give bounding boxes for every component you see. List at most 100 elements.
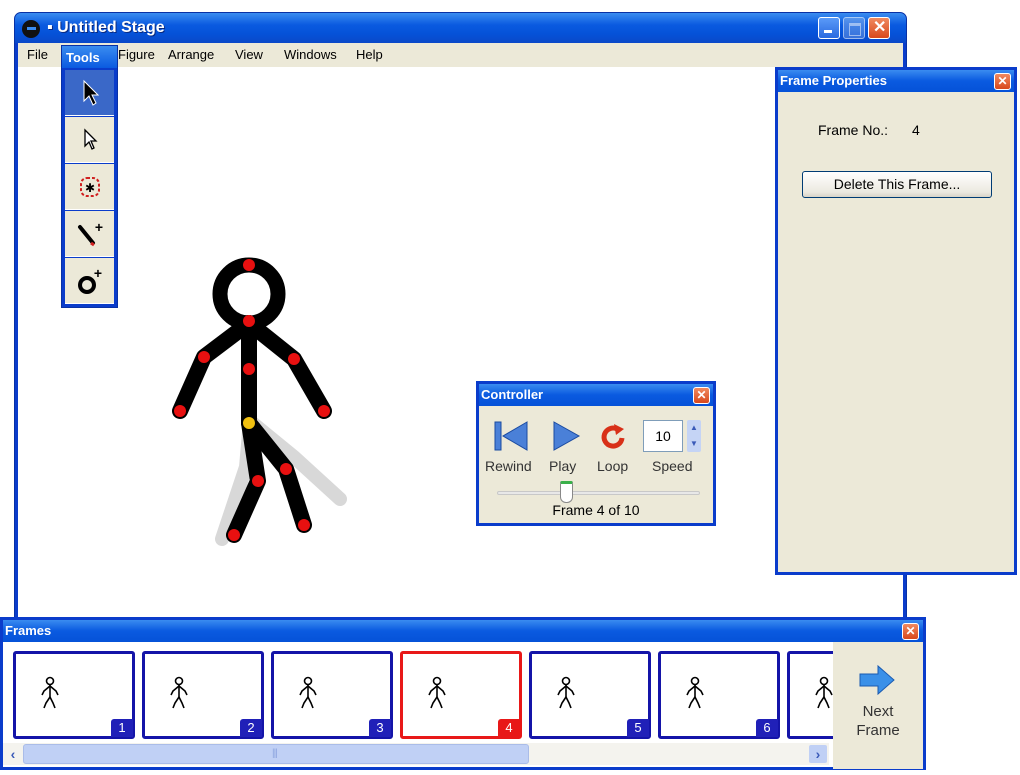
controller-panel: Controller ✕ 10 ▲ ▼ Rewind Play Loop Spe… — [476, 381, 716, 526]
selection-tool[interactable] — [65, 117, 114, 163]
joint-handle[interactable] — [198, 351, 210, 363]
window-title: ▪ Untitled Stage — [47, 19, 165, 36]
menu-help[interactable]: Help — [356, 47, 383, 62]
thumbnail-figure — [683, 676, 707, 713]
frames-panel: Frames ✕ 1234567 ‹ ||| › Next Frame — [0, 617, 926, 770]
menu-bar: File Figure Arrange View Windows Help — [18, 43, 903, 67]
menu-windows[interactable]: Windows — [284, 47, 337, 62]
svg-text:+: + — [94, 219, 102, 235]
rewind-button[interactable] — [493, 420, 529, 455]
stick-figure-thumbnail-icon — [428, 676, 446, 709]
app-logo-icon — [22, 20, 40, 38]
speed-spinner[interactable]: ▲ ▼ — [687, 420, 701, 452]
menu-figure[interactable]: Figure — [118, 47, 155, 62]
joint-handle[interactable] — [243, 315, 255, 327]
thumbnail-figure — [425, 676, 449, 713]
stage-canvas[interactable] — [18, 67, 903, 651]
svg-text:+: + — [93, 266, 101, 281]
frame-number-badge: 1 — [111, 719, 133, 737]
svg-text:✱: ✱ — [84, 181, 94, 195]
title-bar[interactable]: ▪ Untitled Stage ✕ — [15, 13, 906, 43]
joint-select-icon: ✱ — [79, 176, 100, 197]
stick-figure-thumbnail-icon — [686, 676, 704, 709]
scroll-right-button[interactable]: › — [809, 745, 827, 763]
joint-handle[interactable] — [318, 405, 330, 417]
joint-tool[interactable]: ✱ — [65, 164, 114, 210]
add-line-tool[interactable]: + — [65, 211, 114, 257]
frame-thumbnail[interactable]: 3 — [271, 651, 393, 739]
frame-slider-thumb[interactable] — [560, 481, 574, 503]
next-frame-button[interactable]: Next Frame — [833, 642, 923, 769]
loop-button[interactable] — [598, 420, 630, 455]
add-line-icon: + — [77, 219, 103, 246]
spin-up-icon[interactable]: ▲ — [687, 420, 701, 436]
frames-scrollbar[interactable]: ‹ ||| › — [3, 743, 829, 765]
frame-thumbnail[interactable]: 1 — [13, 651, 135, 739]
joint-handle[interactable] — [252, 475, 264, 487]
controller-title-bar[interactable]: Controller ✕ — [479, 384, 713, 406]
next-frame-label: Next Frame — [833, 702, 923, 740]
next-frame-line2: Frame — [856, 722, 900, 739]
frame-number-badge: 5 — [627, 719, 649, 737]
select-tool[interactable] — [65, 70, 114, 116]
right-arrow-icon — [859, 664, 895, 696]
frame-number-badge: 6 — [756, 719, 778, 737]
frames-title-bar[interactable]: Frames ✕ — [3, 620, 923, 642]
menu-arrange[interactable]: Arrange — [168, 47, 214, 62]
controller-title: Controller — [481, 387, 544, 402]
play-icon — [553, 421, 581, 451]
close-button[interactable]: ✕ — [868, 17, 890, 39]
frame-properties-title-bar[interactable]: Frame Properties ✕ — [778, 70, 1014, 92]
joint-handle[interactable] — [280, 463, 292, 475]
loop-label: Loop — [597, 458, 629, 474]
thumbnail-figure — [167, 676, 191, 713]
add-circle-icon: + — [77, 266, 102, 294]
frame-properties-close-button[interactable]: ✕ — [994, 73, 1011, 90]
scrollbar-thumb[interactable]: ||| — [23, 744, 529, 764]
delete-frame-button[interactable]: Delete This Frame... — [802, 171, 992, 198]
frame-no-label: Frame No.: — [818, 122, 889, 138]
joint-handle[interactable] — [228, 529, 240, 541]
frame-number-badge: 4 — [498, 719, 520, 737]
frame-properties-panel: Frame Properties ✕ Frame No.: 4 Delete T… — [775, 67, 1017, 575]
stick-figure[interactable] — [18, 67, 905, 653]
root-joint-handle[interactable] — [243, 417, 255, 429]
tools-title[interactable]: Tools — [62, 46, 117, 68]
spin-down-icon[interactable]: ▼ — [687, 436, 701, 452]
speed-input[interactable]: 10 — [643, 420, 683, 452]
rewind-label: Rewind — [485, 458, 532, 474]
frame-thumbnail[interactable]: 5 — [529, 651, 651, 739]
frame-status: Frame 4 of 10 — [552, 502, 640, 518]
frame-thumbnail[interactable]: 4 — [400, 651, 522, 739]
close-icon: ✕ — [905, 624, 916, 638]
close-icon: ✕ — [696, 388, 707, 402]
maximize-button[interactable] — [843, 17, 865, 39]
joint-handle[interactable] — [243, 363, 255, 375]
outline-cursor-icon — [83, 127, 98, 150]
play-button[interactable] — [551, 420, 581, 455]
frame-slider-track[interactable] — [497, 491, 700, 495]
joint-handle[interactable] — [288, 353, 300, 365]
rewind-icon — [494, 421, 528, 451]
frame-properties-title: Frame Properties — [780, 73, 887, 88]
menu-view[interactable]: View — [235, 47, 263, 62]
scroll-left-button[interactable]: ‹ — [5, 745, 21, 763]
joint-handle[interactable] — [298, 519, 310, 531]
joint-handle[interactable] — [174, 405, 186, 417]
frames-title: Frames — [5, 623, 52, 638]
loop-icon — [601, 424, 625, 449]
frame-thumbnail[interactable]: 2 — [142, 651, 264, 739]
frame-thumbnail[interactable]: 6 — [658, 651, 780, 739]
minimize-button[interactable] — [818, 17, 840, 39]
joint-handle[interactable] — [243, 259, 255, 271]
frames-close-button[interactable]: ✕ — [902, 623, 919, 640]
frame-number-badge: 2 — [240, 719, 262, 737]
thumbnail-figure — [38, 676, 62, 713]
close-icon: ✕ — [873, 19, 887, 36]
figure-body — [172, 257, 332, 543]
menu-file[interactable]: File — [27, 47, 48, 62]
tools-palette: Tools ✱ + + — [61, 45, 118, 308]
frame-number-badge: 3 — [369, 719, 391, 737]
controller-close-button[interactable]: ✕ — [693, 387, 710, 404]
add-circle-tool[interactable]: + — [65, 258, 114, 304]
